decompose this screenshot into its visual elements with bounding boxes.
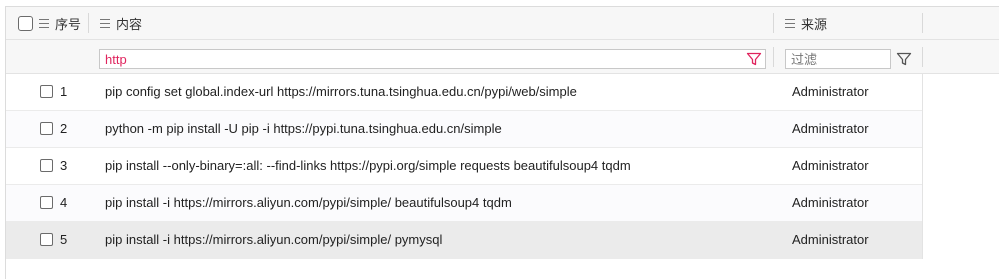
- content-filter-input[interactable]: [99, 49, 766, 69]
- row-source: Administrator: [792, 121, 869, 136]
- row-source: Administrator: [792, 195, 869, 210]
- row-checkbox[interactable]: [40, 233, 53, 246]
- row-index: 2: [60, 121, 68, 136]
- column-divider: [922, 47, 923, 67]
- row-checkbox[interactable]: [40, 159, 53, 172]
- row-content: pip config set global.index-url https://…: [105, 84, 577, 99]
- column-divider[interactable]: [773, 13, 774, 33]
- header-source-label: 来源: [801, 16, 828, 32]
- row-content: pip install -i https://mirrors.aliyun.co…: [105, 195, 512, 210]
- header-source[interactable]: 来源: [785, 7, 827, 39]
- row-index: 5: [60, 232, 68, 247]
- column-divider[interactable]: [88, 13, 89, 33]
- table-row[interactable]: 4 pip install -i https://mirrors.aliyun.…: [6, 185, 922, 222]
- column-divider: [773, 47, 774, 67]
- row-index: 1: [60, 84, 68, 99]
- table-row[interactable]: 1 pip config set global.index-url https:…: [6, 74, 922, 111]
- list-icon: [100, 18, 110, 28]
- funnel-icon[interactable]: [896, 51, 912, 67]
- select-all-cell: [18, 7, 33, 39]
- row-checkbox[interactable]: [40, 85, 53, 98]
- row-source: Administrator: [792, 84, 869, 99]
- row-source: Administrator: [792, 232, 869, 247]
- table-row[interactable]: 3 pip install --only-binary=:all: --find…: [6, 148, 922, 185]
- grid-header: 序号 内容 来源: [6, 7, 999, 40]
- table-row[interactable]: 2 python -m pip install -U pip -i https:…: [6, 111, 922, 148]
- data-grid: 序号 内容 来源 1 pip config set global.ind: [5, 6, 999, 279]
- list-icon: [785, 18, 795, 28]
- funnel-icon[interactable]: [746, 51, 762, 67]
- grid-body: 1 pip config set global.index-url https:…: [6, 74, 922, 259]
- grid-right-border: [922, 74, 923, 259]
- row-content: pip install -i https://mirrors.aliyun.co…: [105, 232, 443, 247]
- source-filter-input[interactable]: [785, 49, 891, 69]
- row-checkbox[interactable]: [40, 122, 53, 135]
- row-content: python -m pip install -U pip -i https://…: [105, 121, 502, 136]
- table-row[interactable]: 5 pip install -i https://mirrors.aliyun.…: [6, 222, 922, 259]
- row-content: pip install --only-binary=:all: --find-l…: [105, 158, 631, 173]
- header-content-label: 内容: [116, 16, 143, 32]
- row-source: Administrator: [792, 158, 869, 173]
- row-index: 4: [60, 195, 68, 210]
- select-all-checkbox[interactable]: [18, 15, 33, 31]
- filter-row: [6, 40, 999, 74]
- header-index-label: 序号: [55, 16, 82, 32]
- column-divider[interactable]: [922, 13, 923, 33]
- row-index: 3: [60, 158, 68, 173]
- row-checkbox[interactable]: [40, 196, 53, 209]
- list-icon: [39, 18, 49, 28]
- header-content[interactable]: 内容: [100, 7, 142, 39]
- header-index[interactable]: 序号: [39, 7, 81, 39]
